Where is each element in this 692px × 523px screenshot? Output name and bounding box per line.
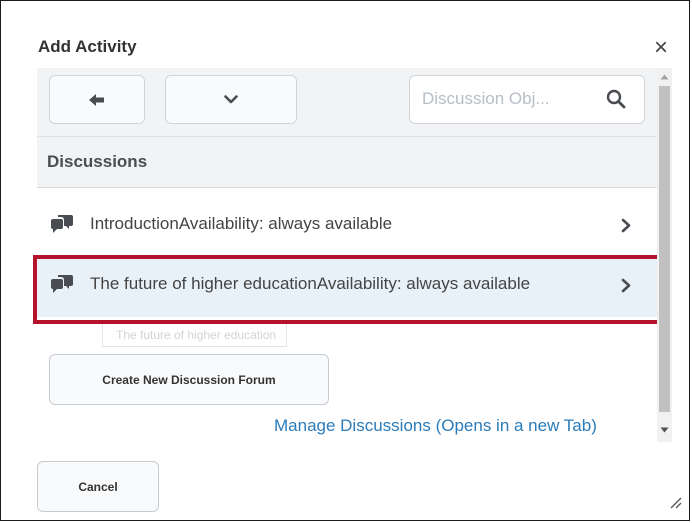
list-item-selected[interactable]: The future of higher educationAvailabili… — [37, 255, 657, 317]
search-icon[interactable] — [606, 89, 626, 109]
arrow-left-icon — [89, 93, 104, 106]
chevron-right-icon — [621, 218, 631, 233]
scroll-down-arrow-icon[interactable] — [657, 423, 672, 437]
scrollbar-thumb[interactable] — [659, 86, 670, 412]
list-item-label: The future of higher educationAvailabili… — [90, 274, 531, 293]
discussion-icon — [51, 215, 73, 233]
dialog-title: Add Activity — [38, 37, 137, 56]
discussions-section-header: Discussions — [37, 136, 657, 188]
close-icon[interactable]: × — [654, 36, 668, 60]
list-item-label: IntroductionAvailability: always availab… — [90, 214, 393, 233]
resize-grip-icon[interactable] — [668, 495, 682, 509]
section-label: Discussions — [47, 152, 148, 171]
list-item[interactable]: IntroductionAvailability: always availab… — [37, 195, 657, 257]
scroll-up-arrow-icon[interactable] — [657, 70, 672, 84]
tooltip: The future of higher education — [102, 323, 288, 347]
activity-panel: Discussions IntroductionAvailability: al… — [37, 68, 657, 442]
back-button[interactable] — [49, 75, 145, 124]
chevron-right-icon — [621, 278, 631, 293]
chevron-down-icon — [224, 95, 238, 104]
cancel-button[interactable]: Cancel — [37, 461, 159, 512]
search-input[interactable] — [420, 88, 594, 110]
options-dropdown-button[interactable] — [165, 75, 297, 124]
manage-discussions-link[interactable]: Manage Discussions (Opens in a new Tab) — [274, 416, 597, 436]
discussion-icon — [51, 275, 73, 293]
search-box — [409, 75, 645, 124]
create-discussion-forum-button[interactable]: Create New Discussion Forum — [49, 354, 329, 405]
toolbar — [37, 68, 657, 136]
scrollbar[interactable] — [657, 68, 672, 442]
